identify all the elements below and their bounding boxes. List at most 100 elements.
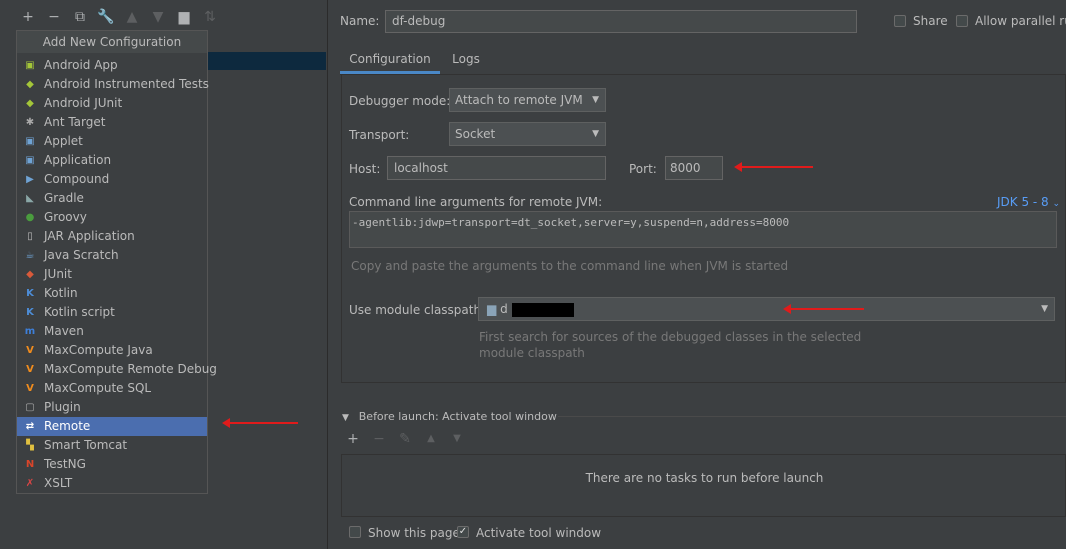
config-type-item[interactable]: ◆ Android Instrumented Tests	[17, 75, 209, 94]
config-type-item[interactable]: ✱ Ant Target	[17, 113, 207, 132]
show-page-checkbox[interactable]	[349, 526, 361, 538]
host-field[interactable]: localhost	[387, 156, 606, 180]
move-up-task-icon[interactable]: ▲	[422, 430, 440, 448]
transport-select[interactable]: Socket ▼	[449, 122, 606, 146]
tab-logs[interactable]: Logs	[446, 46, 486, 74]
redacted-block	[511, 302, 574, 317]
config-type-label: Java Scratch	[44, 248, 119, 262]
selected-config-row[interactable]	[206, 52, 326, 70]
edit-task-icon[interactable]: ✎	[396, 430, 414, 448]
config-type-item[interactable]: ▶ Compound	[17, 170, 207, 189]
config-type-item[interactable]: m Maven	[17, 322, 207, 341]
parallel-run-label: Allow parallel run	[975, 14, 1066, 28]
config-type-item[interactable]: ▚ Smart Tomcat	[17, 436, 207, 455]
junit-icon: ◆	[26, 269, 34, 280]
config-type-item[interactable]: K Kotlin script	[17, 303, 207, 322]
arrow-up-icon[interactable]: ▲	[123, 8, 141, 26]
debugger-mode-select[interactable]: Attach to remote JVM ▼	[449, 88, 606, 112]
config-type-item[interactable]: V MaxCompute Remote Debug	[17, 360, 217, 379]
chevron-down-icon: ▼	[1041, 304, 1048, 314]
activate-tool-window-checkbox[interactable]: ✓	[457, 526, 469, 538]
config-type-item[interactable]: ✗ XSLT	[17, 474, 207, 493]
chevron-down-icon: ▼	[592, 129, 599, 139]
java-scratch-icon: ☕	[25, 250, 35, 261]
cmdline-args-field[interactable]: -agentlib:jdwp=transport=dt_socket,serve…	[349, 211, 1057, 248]
config-type-item[interactable]: ▣ Application	[17, 151, 207, 170]
transport-label: Transport:	[349, 128, 410, 142]
config-type-item[interactable]: ● Groovy	[17, 208, 207, 227]
config-type-item[interactable]: K Kotlin	[17, 284, 207, 303]
name-label: Name:	[340, 14, 380, 28]
minus-icon[interactable]: −	[45, 8, 63, 26]
wrench-icon[interactable]: 🔧	[97, 8, 115, 26]
config-type-item[interactable]: ◆ JUnit	[17, 265, 207, 284]
parallel-run-checkbox[interactable]	[956, 15, 968, 27]
config-type-label: Remote	[44, 419, 91, 433]
module-classpath-select[interactable]: ▆ d ▼	[478, 297, 1055, 321]
xslt-icon: ✗	[25, 478, 35, 489]
android-tests-icon: ◆	[26, 79, 34, 90]
config-type-item[interactable]: ▣ Android App	[17, 56, 207, 75]
sort-icon[interactable]: ⇅	[201, 8, 219, 26]
config-type-item[interactable]: V MaxCompute Java	[17, 341, 207, 360]
remote-icon: ⇄	[25, 421, 35, 432]
config-type-item[interactable]: V MaxCompute SQL	[17, 379, 207, 398]
annotation-arrow-module	[783, 304, 864, 314]
port-label: Port:	[629, 162, 657, 176]
config-type-item[interactable]: ▣ Applet	[17, 132, 207, 151]
jar-icon: ▯	[27, 231, 33, 242]
arrow-down-icon[interactable]: ▼	[149, 8, 167, 26]
host-label: Host:	[349, 162, 381, 176]
config-type-label: Applet	[44, 134, 83, 148]
cmdline-label: Command line arguments for remote JVM:	[349, 195, 603, 209]
config-type-item[interactable]: ⇄ Remote	[17, 417, 207, 436]
before-launch-divider	[558, 416, 1066, 417]
share-checkbox[interactable]	[894, 15, 906, 27]
copy-icon[interactable]: ⧉	[71, 8, 89, 26]
move-down-task-icon[interactable]: ▼	[448, 430, 466, 448]
annotation-arrow-remote	[222, 418, 298, 428]
tab-configuration[interactable]: Configuration	[340, 46, 440, 74]
jdk-version-label: JDK 5 - 8	[997, 195, 1049, 209]
jdk-version-selector[interactable]: JDK 5 - 8 ⌄	[997, 195, 1060, 209]
debugger-mode-label: Debugger mode:	[349, 94, 451, 108]
config-type-item[interactable]: ◣ Gradle	[17, 189, 207, 208]
config-type-label: JUnit	[44, 267, 72, 281]
config-type-item[interactable]: ☕ Java Scratch	[17, 246, 207, 265]
config-type-label: JAR Application	[44, 229, 135, 243]
config-type-label: Plugin	[44, 400, 81, 414]
kotlin-icon: K	[26, 288, 34, 299]
config-type-label: Android JUnit	[44, 96, 123, 110]
config-type-label: Gradle	[44, 191, 84, 205]
tab-configuration-label: Configuration	[349, 52, 431, 66]
plus-icon[interactable]: +	[19, 8, 37, 26]
testng-icon: N	[25, 459, 35, 470]
folder-icon[interactable]: ▆	[175, 8, 193, 26]
tab-logs-label: Logs	[452, 52, 480, 66]
config-type-item[interactable]: N TestNG	[17, 455, 207, 474]
android-app-icon: ▣	[25, 60, 35, 71]
config-type-label: Ant Target	[44, 115, 106, 129]
config-type-label: Groovy	[44, 210, 87, 224]
compound-icon: ▶	[26, 174, 34, 185]
name-field[interactable]: df-debug	[385, 10, 857, 33]
config-type-item[interactable]: ◆ Android JUnit	[17, 94, 207, 113]
port-field[interactable]: 8000	[665, 156, 723, 180]
no-tasks-text: There are no tasks to run before launch	[585, 471, 824, 485]
ant-icon: ✱	[25, 117, 35, 128]
add-task-icon[interactable]: +	[344, 430, 362, 448]
config-type-label: Kotlin script	[44, 305, 115, 319]
config-type-label: XSLT	[44, 476, 73, 490]
module-hint-line1: First search for sources of the debugged…	[479, 330, 862, 344]
config-type-item[interactable]: ▢ Plugin	[17, 398, 207, 417]
config-type-label: MaxCompute Remote Debug	[44, 362, 217, 376]
groovy-icon: ●	[25, 212, 35, 223]
remove-task-icon[interactable]: −	[370, 430, 388, 448]
tomcat-icon: ▚	[26, 440, 34, 451]
config-type-item[interactable]: ▯ JAR Application	[17, 227, 207, 246]
chevron-down-icon: ▼	[592, 95, 599, 105]
config-type-label: Compound	[44, 172, 110, 186]
module-classpath-value: d	[500, 302, 508, 316]
before-launch-header[interactable]: ▼ Before launch: Activate tool window	[342, 409, 557, 423]
applet-icon: ▣	[25, 136, 35, 147]
